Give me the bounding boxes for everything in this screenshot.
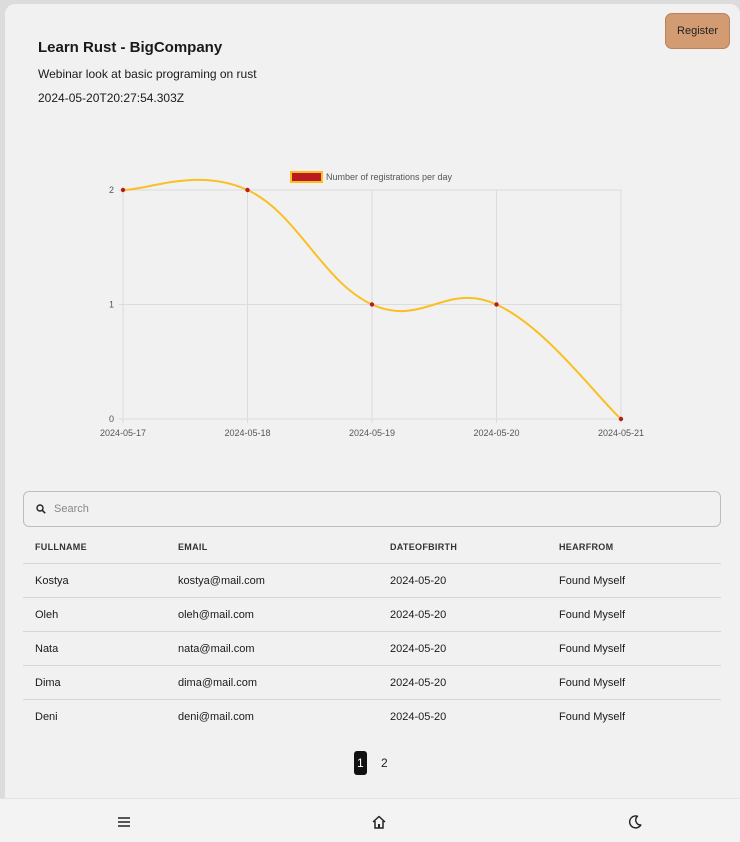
legend-label: Number of registrations per day bbox=[326, 172, 453, 182]
cell-fullname: Dima bbox=[35, 676, 61, 689]
cell-hearfrom: Found Myself bbox=[559, 608, 626, 621]
search-icon bbox=[36, 504, 46, 514]
table-header-row: FULLNAME EMAIL DATEOFBIRTH HEARFROM bbox=[23, 531, 721, 564]
y-tick-label: 0 bbox=[109, 414, 114, 424]
cell-dateofbirth: 2024-05-20 bbox=[390, 676, 447, 689]
home-icon[interactable] bbox=[371, 814, 387, 830]
cell-email: dima@mail.com bbox=[178, 676, 258, 689]
bottom-navigation bbox=[0, 798, 740, 842]
data-point[interactable] bbox=[245, 187, 250, 193]
y-tick-label: 1 bbox=[109, 300, 114, 310]
cell-hearfrom: Found Myself bbox=[559, 574, 626, 587]
column-header-fullname[interactable]: FULLNAME bbox=[35, 531, 87, 563]
x-tick-label: 2024-05-19 bbox=[349, 428, 395, 438]
registrations-line-chart: Number of registrations per day 2024-05-… bbox=[100, 171, 644, 438]
menu-icon[interactable] bbox=[116, 814, 132, 830]
page-button-1[interactable]: 1 bbox=[354, 751, 367, 775]
x-axis-ticks: 2024-05-17 2024-05-18 2024-05-19 2024-05-20… bbox=[100, 428, 644, 438]
cell-email: nata@mail.com bbox=[178, 642, 255, 655]
pagination: 1 2 bbox=[0, 751, 740, 775]
x-tick-label: 2024-05-18 bbox=[224, 428, 270, 438]
column-header-email[interactable]: EMAIL bbox=[178, 531, 208, 563]
table-row[interactable]: Nata nata@mail.com 2024-05-20 Found Myse… bbox=[23, 632, 721, 666]
page-button-2[interactable]: 2 bbox=[378, 751, 391, 775]
chart-legend: Number of registrations per day bbox=[290, 171, 453, 183]
data-point[interactable] bbox=[618, 416, 624, 422]
cell-email: kostya@mail.com bbox=[178, 574, 265, 587]
table-row[interactable]: Deni deni@mail.com 2024-05-20 Found Myse… bbox=[23, 700, 721, 734]
y-axis-ticks: 0 1 2 bbox=[109, 185, 114, 424]
x-tick-label: 2024-05-20 bbox=[473, 428, 519, 438]
cell-email: deni@mail.com bbox=[178, 711, 254, 723]
data-point[interactable] bbox=[494, 302, 499, 307]
moon-icon[interactable] bbox=[627, 814, 643, 830]
cell-fullname: Nata bbox=[35, 642, 59, 655]
cell-hearfrom: Found Myself bbox=[559, 676, 626, 689]
search-bar[interactable] bbox=[23, 491, 721, 527]
cell-dateofbirth: 2024-05-20 bbox=[390, 642, 447, 655]
y-tick-label: 2 bbox=[109, 185, 114, 195]
table-row[interactable]: Oleh oleh@mail.com 2024-05-20 Found Myse… bbox=[23, 598, 721, 632]
registrations-table: FULLNAME EMAIL DATEOFBIRTH HEARFROM Kost… bbox=[23, 531, 721, 734]
cell-hearfrom: Found Myself bbox=[559, 711, 626, 723]
column-header-hearfrom[interactable]: HEARFROM bbox=[559, 531, 613, 563]
cell-dateofbirth: 2024-05-20 bbox=[390, 608, 447, 621]
cell-dateofbirth: 2024-05-20 bbox=[390, 711, 447, 723]
chart-grid bbox=[119, 189, 622, 423]
cell-hearfrom: Found Myself bbox=[559, 642, 626, 655]
search-input[interactable] bbox=[54, 503, 654, 515]
column-header-dateofbirth[interactable]: DATEOFBIRTH bbox=[390, 531, 457, 563]
cell-dateofbirth: 2024-05-20 bbox=[390, 574, 447, 587]
x-tick-label: 2024-05-21 bbox=[598, 428, 644, 438]
legend-swatch bbox=[290, 171, 323, 183]
table-row[interactable]: Dima dima@mail.com 2024-05-20 Found Myse… bbox=[23, 666, 721, 700]
x-tick-label: 2024-05-17 bbox=[100, 428, 146, 438]
data-point[interactable] bbox=[120, 187, 126, 193]
cell-fullname: Deni bbox=[35, 711, 58, 723]
data-point[interactable] bbox=[369, 302, 375, 307]
cell-email: oleh@mail.com bbox=[178, 608, 254, 621]
cell-fullname: Kostya bbox=[35, 574, 69, 587]
cell-fullname: Oleh bbox=[35, 608, 59, 621]
table-row[interactable]: Kostya kostya@mail.com 2024-05-20 Found … bbox=[23, 564, 721, 598]
